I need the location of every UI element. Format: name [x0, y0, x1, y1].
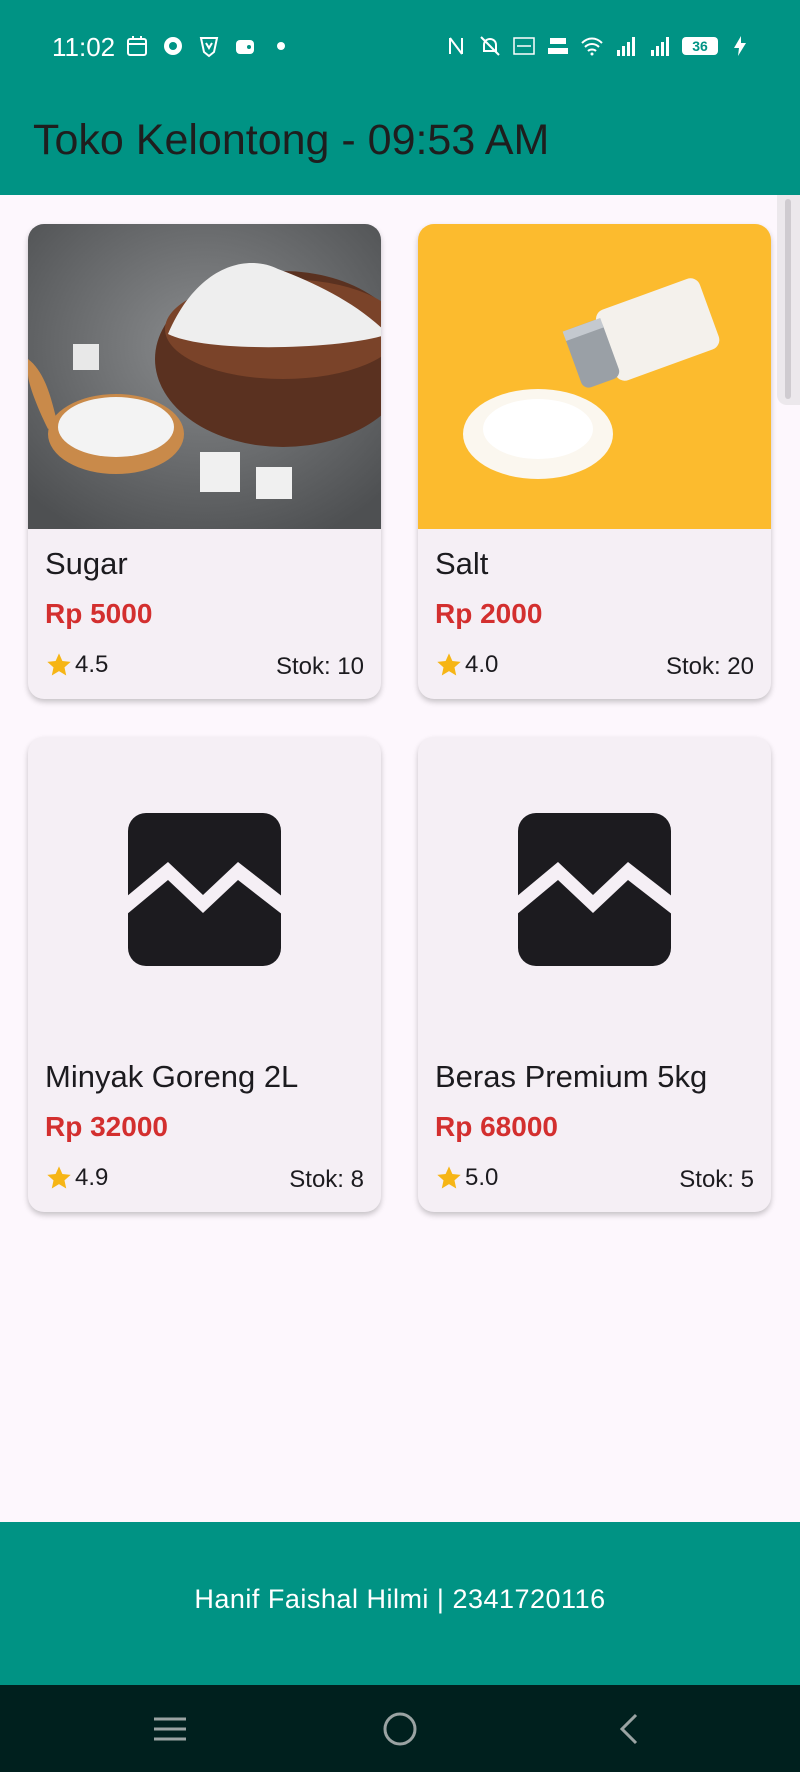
scrollbar[interactable]: [777, 195, 800, 405]
status-time: 11:02: [52, 32, 116, 62]
star-icon: [47, 653, 71, 676]
dot-icon: [277, 42, 285, 50]
status-left-icons: [125, 34, 293, 58]
wallet-icon: [236, 40, 254, 54]
product-price: Rp 2000: [435, 598, 543, 629]
charging-icon: [734, 36, 746, 56]
product-name: Minyak Goreng 2L: [45, 1059, 299, 1094]
mute-icon: [480, 36, 500, 56]
star-icon: [437, 653, 461, 676]
product-image: [28, 224, 381, 529]
page-title: Toko Kelontong - 09:53 AM: [33, 116, 550, 164]
volte-icon: [513, 37, 535, 55]
product-rating: 5.0: [435, 1164, 498, 1192]
product-name: Sugar: [45, 546, 128, 581]
product-card[interactable]: Beras Premium 5kg Rp 68000 5.0 Stok: 5: [418, 737, 771, 1212]
product-name: Salt: [435, 546, 489, 581]
product-card[interactable]: Minyak Goreng 2L Rp 32000 4.9 Stok: 8: [28, 737, 381, 1212]
broken-image-icon: [516, 813, 673, 966]
footer: Hanif Faishal Hilmi | 2341720116: [0, 1522, 800, 1685]
product-rating: 4.0: [435, 651, 498, 679]
product-card[interactable]: Salt Rp 2000 4.0 Stok: 20: [418, 224, 771, 699]
data-speed-icon: [548, 38, 568, 54]
wifi-icon: [581, 37, 603, 56]
scrollbar-thumb[interactable]: [785, 199, 791, 399]
star-icon: [437, 1166, 461, 1189]
footer-text: Hanif Faishal Hilmi | 2341720116: [194, 1584, 606, 1614]
product-stock: Stok: 20: [665, 653, 754, 680]
star-icon: [47, 1166, 71, 1189]
rating-value: 4.0: [465, 651, 499, 678]
navigation-bar: [0, 1685, 800, 1772]
product-image: [418, 224, 771, 529]
calendar-icon: [127, 36, 147, 56]
rating-value: 4.5: [75, 651, 109, 678]
brave-icon: [199, 37, 219, 58]
broken-image-icon: [126, 813, 283, 966]
rating-value: 4.9: [75, 1164, 109, 1191]
product-stock: Stok: 5: [679, 1166, 754, 1193]
home-icon[interactable]: [378, 1707, 422, 1751]
signal-icon: [651, 37, 669, 56]
product-stock: Stok: 8: [289, 1166, 364, 1193]
product-rating: 4.9: [45, 1164, 108, 1192]
product-name: Beras Premium 5kg: [435, 1059, 708, 1094]
status-bar: 11:02 36: [0, 0, 800, 98]
product-stock: Stok: 10: [275, 653, 364, 680]
product-price: Rp 32000: [45, 1111, 168, 1142]
status-right-icons: 36: [444, 34, 752, 58]
product-price: Rp 5000: [45, 598, 153, 629]
location-icon: [164, 37, 182, 55]
product-card[interactable]: Sugar Rp 5000 4.5 Stok: 10: [28, 224, 381, 699]
nfc-icon: [449, 37, 463, 55]
rating-value: 5.0: [465, 1164, 499, 1191]
back-icon[interactable]: [608, 1707, 652, 1751]
battery-icon: 36: [682, 37, 718, 55]
menu-icon[interactable]: [148, 1707, 192, 1751]
app-bar: Toko Kelontong - 09:53 AM: [0, 98, 800, 195]
product-price: Rp 68000: [435, 1111, 558, 1142]
signal-icon: [617, 37, 635, 56]
product-rating: 4.5: [45, 651, 108, 679]
